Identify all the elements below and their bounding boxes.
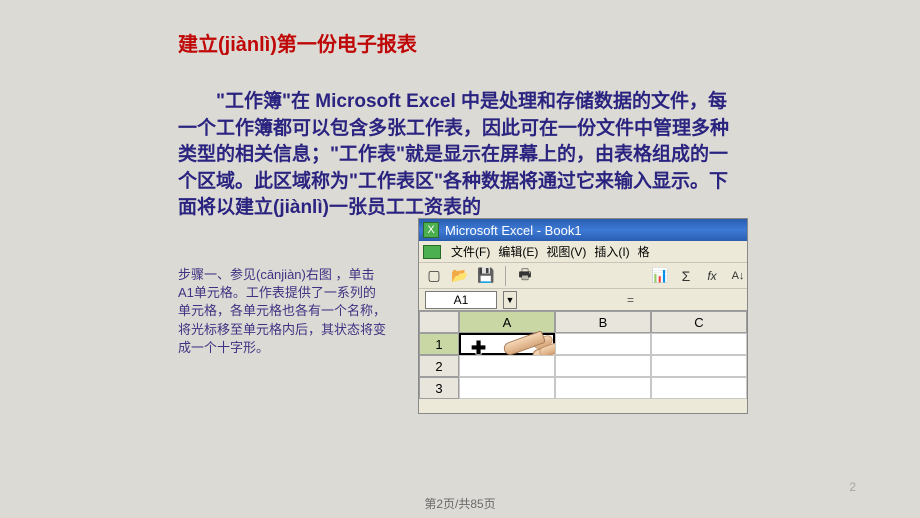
menu-view: 视图(V) [542, 243, 590, 260]
slide-title: 建立(jiànlì)第一份电子报表 [178, 28, 920, 57]
excel-toolbar: ▢ 📂 💾 🖶 📊 Σ fx A↓ [419, 263, 747, 289]
sum-icon: Σ [677, 267, 695, 285]
menu-format: 格 [634, 243, 654, 260]
col-header-C: C [651, 311, 747, 333]
formula-eq: = [627, 293, 634, 307]
slide-number: 2 [849, 480, 856, 494]
body-paragraph: "工作簿"在 Microsoft Excel 中是处理和存储数据的文件，每一个工… [178, 89, 738, 222]
select-all-corner [419, 311, 459, 333]
excel-titlebar: X Microsoft Excel - Book1 [419, 219, 747, 241]
cell-C2 [651, 355, 747, 377]
cell-A2 [459, 355, 555, 377]
toolbar-separator [505, 266, 506, 286]
open-icon: 📂 [451, 267, 469, 285]
excel-menubar: 文件(F) 编辑(E) 视图(V) 插入(I) 格 [419, 241, 747, 263]
print-icon: 🖶 [516, 267, 534, 285]
cell-C1 [651, 333, 747, 355]
slide: 建立(jiànlì)第一份电子报表 "工作簿"在 Microsoft Excel… [0, 0, 920, 518]
cell-B1 [555, 333, 651, 355]
cell-A3 [459, 377, 555, 399]
menu-file: 文件(F) [447, 243, 494, 260]
cell-B3 [555, 377, 651, 399]
excel-app-icon: X [423, 222, 439, 238]
footer-pagination: 第2页/共85页 [0, 495, 920, 512]
col-header-B: B [555, 311, 651, 333]
step-one-text: 步骤一、参见(cānjiàn)右图 ，单击A1单元格。工作表提供了一系列的单元格… [178, 266, 388, 357]
row-header-3: 3 [419, 377, 459, 399]
excel-title-text: Microsoft Excel - Book1 [445, 223, 582, 238]
worksheet-icon [423, 245, 441, 259]
save-icon: 💾 [477, 267, 495, 285]
chart-icon: 📊 [651, 267, 669, 285]
row-header-2: 2 [419, 355, 459, 377]
sort-icon: A↓ [729, 267, 747, 285]
formula-bar: A1 ▼ = [419, 289, 747, 311]
menu-edit: 编辑(E) [494, 243, 542, 260]
cell-A1: ✚ [459, 333, 555, 355]
cell-B2 [555, 355, 651, 377]
menu-insert: 插入(I) [590, 243, 633, 260]
worksheet-grid: A B C 1 ✚ 2 3 [419, 311, 747, 399]
new-icon: ▢ [425, 267, 443, 285]
fx-icon: fx [703, 267, 721, 285]
row-header-1: 1 [419, 333, 459, 355]
cell-C3 [651, 377, 747, 399]
excel-screenshot: X Microsoft Excel - Book1 文件(F) 编辑(E) 视图… [418, 218, 748, 414]
name-box-dropdown-icon: ▼ [503, 291, 517, 309]
name-box: A1 [425, 291, 497, 309]
